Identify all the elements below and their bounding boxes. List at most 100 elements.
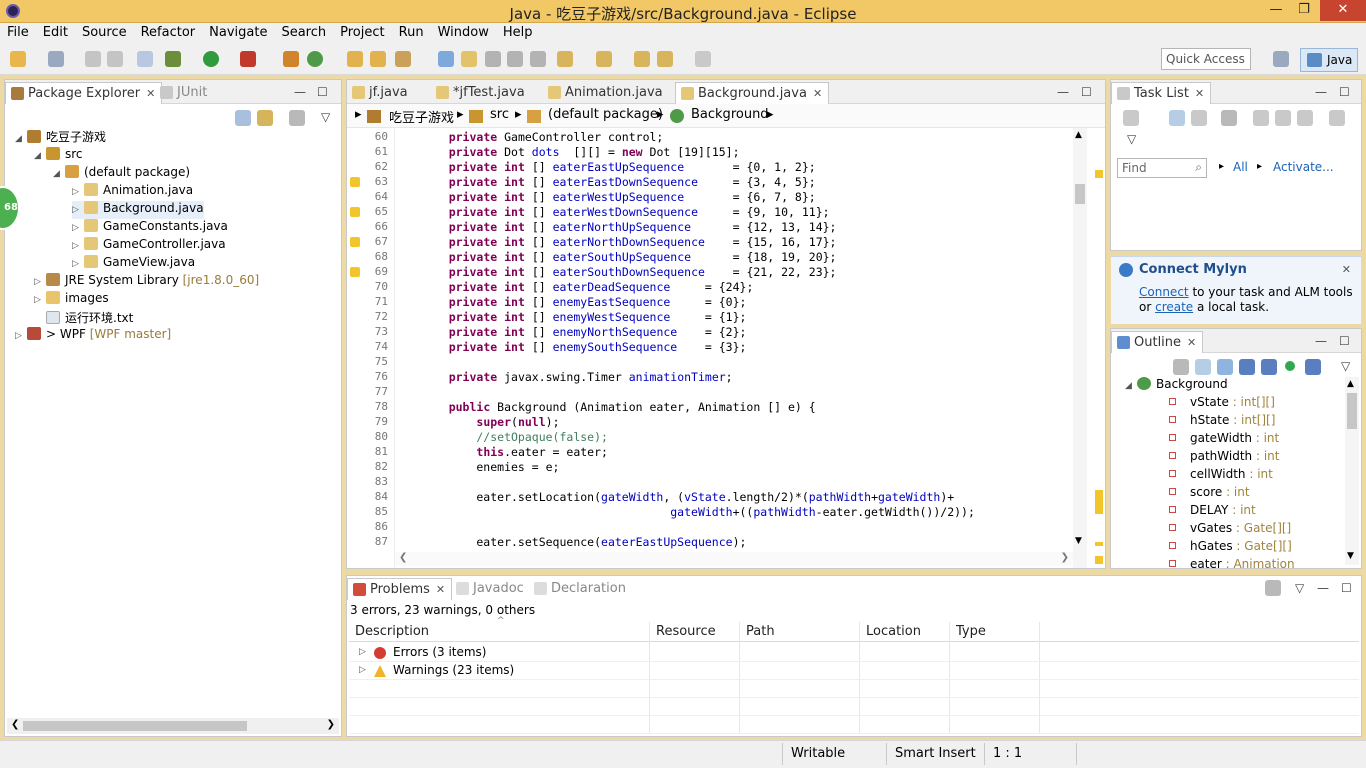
table-row-errors[interactable]: ▷ Errors (3 items) — [349, 644, 1359, 662]
tab-declaration[interactable]: Declaration — [529, 578, 632, 600]
tab-outline[interactable]: Outline ✕ — [1111, 331, 1204, 353]
focus-icon[interactable] — [1275, 110, 1291, 126]
column-type[interactable]: Type — [956, 624, 986, 639]
save-all-icon[interactable] — [107, 51, 123, 67]
column-resource[interactable]: Resource — [656, 624, 716, 639]
hide-non-public-icon[interactable] — [1285, 361, 1295, 371]
tab-package-explorer[interactable]: Package Explorer ✕ — [5, 82, 163, 104]
block-selection-icon[interactable] — [485, 51, 501, 67]
scroll-up-icon[interactable]: ▲ — [1347, 379, 1354, 389]
maximize-icon[interactable]: ☐ — [1341, 581, 1352, 595]
synchronize-icon[interactable] — [1173, 359, 1189, 375]
open-task-icon[interactable] — [370, 51, 386, 67]
outline-item[interactable]: pathWidth : int — [1169, 449, 1279, 467]
filter-icon[interactable] — [1253, 110, 1269, 126]
hide-fields-icon[interactable] — [1239, 359, 1255, 375]
debug-icon[interactable] — [165, 51, 181, 67]
scroll-right-icon[interactable]: ❯ — [1061, 552, 1069, 563]
categorized-icon[interactable] — [1169, 110, 1185, 126]
save-icon[interactable] — [85, 51, 101, 67]
close-icon[interactable]: ✕ — [1342, 263, 1351, 276]
tree-item-default-package[interactable]: ◢ (default package) — [53, 165, 190, 183]
outline-item[interactable]: hState : int[][] — [1169, 413, 1275, 431]
search-icon[interactable] — [395, 51, 411, 67]
previous-annotation-icon[interactable] — [596, 51, 612, 67]
tab-background[interactable]: Background.java ✕ — [675, 82, 830, 104]
link-with-editor-icon[interactable] — [257, 110, 273, 126]
minimize-icon[interactable]: — — [1057, 85, 1069, 99]
new-class-icon[interactable] — [307, 51, 323, 67]
warning-icon[interactable] — [350, 177, 360, 187]
quick-access-input[interactable]: Quick Access — [1161, 48, 1251, 70]
close-icon[interactable]: ✕ — [813, 87, 822, 100]
scroll-thumb[interactable] — [23, 721, 247, 731]
scroll-down-icon[interactable]: ▼ — [1347, 551, 1354, 561]
tree-item-images[interactable]: ▷ images — [34, 291, 109, 309]
view-menu-icon[interactable] — [1265, 580, 1281, 596]
forward-icon[interactable] — [695, 51, 711, 67]
warning-icon[interactable] — [350, 237, 360, 247]
tab-animation[interactable]: Animation.java — [543, 82, 669, 104]
outline-item[interactable]: DELAY : int — [1169, 503, 1256, 521]
hide-static-icon[interactable] — [1261, 359, 1277, 375]
scroll-down-icon[interactable]: ▼ — [1075, 536, 1082, 546]
scroll-thumb[interactable] — [1347, 393, 1357, 429]
tree-item-gameconstants[interactable]: ▷ GameConstants.java — [72, 219, 228, 237]
column-location[interactable]: Location — [866, 624, 921, 639]
outline-root[interactable]: ◢ Background — [1125, 377, 1228, 395]
tab-junit[interactable]: JUnit — [155, 82, 213, 104]
menu-file[interactable]: File — [0, 23, 36, 40]
scroll-up-icon[interactable]: ▲ — [1075, 130, 1082, 140]
close-icon[interactable]: ✕ — [146, 87, 155, 100]
table-row-warnings[interactable]: ▷ Warnings (23 items) — [349, 662, 1359, 680]
outline-item[interactable]: hGates : Gate[][] — [1169, 539, 1292, 557]
editor-horizontal-scrollbar[interactable]: ❮ ❯ — [395, 552, 1073, 566]
outline-item[interactable]: cellWidth : int — [1169, 467, 1273, 485]
menu-navigate[interactable]: Navigate — [202, 23, 274, 40]
maximize-icon[interactable]: ☐ — [1339, 85, 1350, 99]
outline-item[interactable]: gateWidth : int — [1169, 431, 1279, 449]
menu-source[interactable]: Source — [75, 23, 134, 40]
word-wrap-icon[interactable] — [507, 51, 523, 67]
close-icon[interactable]: ✕ — [436, 583, 445, 596]
scroll-right-icon[interactable]: ❯ — [327, 719, 335, 730]
tree-item-gameview[interactable]: ▷ GameView.java — [72, 255, 195, 273]
editor-vertical-scrollbar[interactable]: ▲ ▼ — [1073, 128, 1087, 568]
minimize-icon[interactable]: — — [1315, 334, 1327, 348]
tree-item-background[interactable]: ▷ Background.java — [72, 201, 204, 219]
expand-icon[interactable]: ▷ — [359, 665, 366, 675]
outline-item[interactable]: score : int — [1169, 485, 1250, 503]
chevron-down-icon[interactable]: ▽ — [1295, 581, 1304, 595]
tree-item-animation[interactable]: ▷ Animation.java — [72, 183, 193, 201]
breadcrumb-package[interactable]: (default package) — [548, 107, 663, 122]
new-task-icon[interactable] — [1123, 110, 1139, 126]
find-input[interactable]: Find ⌕ — [1117, 158, 1207, 178]
menu-project[interactable]: Project — [333, 23, 391, 40]
close-icon[interactable]: ✕ — [1195, 87, 1204, 100]
maximize-icon[interactable]: ☐ — [317, 85, 328, 99]
collapse-all-icon[interactable] — [1195, 359, 1211, 375]
menu-refactor[interactable]: Refactor — [134, 23, 203, 40]
sort-icon[interactable] — [1217, 359, 1233, 375]
minimize-icon[interactable]: — — [1317, 581, 1329, 595]
all-link[interactable]: All — [1233, 160, 1248, 174]
outline-scrollbar[interactable]: ▲ ▼ — [1345, 377, 1359, 565]
back-icon[interactable] — [657, 51, 673, 67]
tree-item-src[interactable]: ◢ src — [34, 147, 83, 165]
menu-search[interactable]: Search — [274, 23, 333, 40]
new-icon[interactable] — [10, 51, 26, 67]
warning-marker[interactable] — [1095, 490, 1103, 514]
scroll-left-icon[interactable]: ❮ — [11, 719, 19, 730]
tab-jf[interactable]: jf.java — [347, 82, 414, 104]
synchronize-icon[interactable] — [1221, 110, 1237, 126]
next-annotation-icon[interactable] — [557, 51, 573, 67]
warning-marker[interactable] — [1095, 542, 1103, 546]
chevron-down-icon[interactable]: ▽ — [1127, 132, 1136, 146]
breadcrumb-src[interactable]: src — [490, 107, 509, 122]
maximize-icon[interactable]: ☐ — [1081, 85, 1092, 99]
chevron-down-icon[interactable]: ▽ — [1341, 359, 1350, 373]
chevron-down-icon[interactable]: ▽ — [321, 110, 330, 124]
tree-item-wpf[interactable]: ▷ > WPF [WPF master] — [15, 327, 171, 345]
breadcrumb-class[interactable]: Background — [691, 107, 769, 122]
menu-window[interactable]: Window — [431, 23, 496, 40]
